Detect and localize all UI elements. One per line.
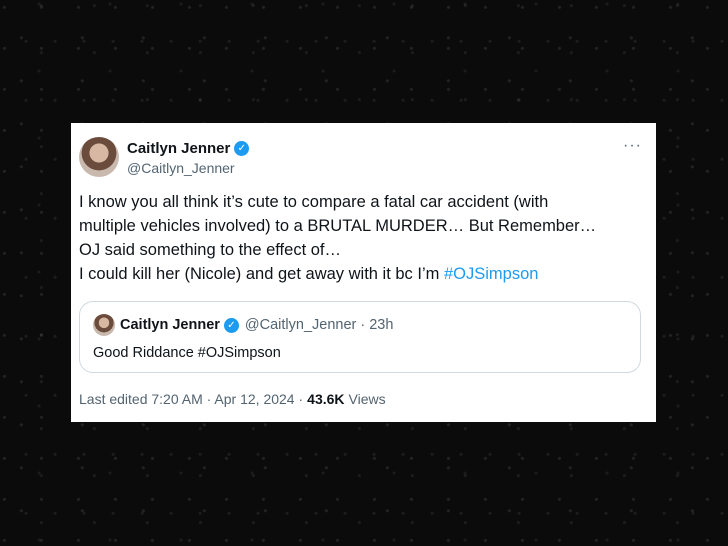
tweet-line: I know you all think it’s cute to compar… bbox=[79, 193, 549, 211]
views-count: 43.6K bbox=[307, 391, 345, 407]
quoted-author-row: Caitlyn Jenner ✓ @Caitlyn_Jenner · 23h bbox=[120, 317, 393, 333]
verified-badge-icon: ✓ bbox=[223, 317, 239, 333]
tweet-line: multiple vehicles involved) to a BRUTAL … bbox=[79, 217, 597, 235]
author-handle[interactable]: @Caitlyn_Jenner bbox=[127, 160, 235, 176]
quoted-tweet[interactable]: Caitlyn Jenner ✓ @Caitlyn_Jenner · 23h G… bbox=[79, 301, 641, 373]
tweet-line-text: I could kill her (Nicole) and get away w… bbox=[79, 265, 444, 283]
tweet-line: OJ said something to the effect of… bbox=[79, 241, 342, 259]
verified-badge-icon: ✓ bbox=[234, 141, 250, 156]
tweet-text: I know you all think it’s cute to compar… bbox=[79, 190, 639, 286]
hashtag-link[interactable]: #OJSimpson bbox=[444, 265, 538, 283]
views-label: Views bbox=[348, 391, 386, 407]
tweet-footer: Last edited 7:20 AM · Apr 12, 2024 · 43.… bbox=[79, 391, 386, 407]
edited-timestamp[interactable]: Last edited 7:20 AM · Apr 12, 2024 · bbox=[79, 391, 303, 407]
author-row: Caitlyn Jenner ✓ bbox=[127, 140, 250, 157]
more-options-icon[interactable]: ··· bbox=[623, 137, 642, 155]
quoted-avatar bbox=[93, 314, 115, 336]
avatar[interactable] bbox=[79, 137, 119, 177]
author-name[interactable]: Caitlyn Jenner bbox=[127, 140, 230, 157]
tweet-line: I could kill her (Nicole) and get away w… bbox=[79, 262, 639, 286]
quoted-text: Good Riddance #OJSimpson bbox=[93, 345, 281, 361]
quoted-meta: @Caitlyn_Jenner · 23h bbox=[244, 317, 394, 333]
quoted-author-name: Caitlyn Jenner bbox=[120, 317, 220, 333]
tweet-card: Caitlyn Jenner ✓ @Caitlyn_Jenner ··· I k… bbox=[71, 123, 656, 422]
